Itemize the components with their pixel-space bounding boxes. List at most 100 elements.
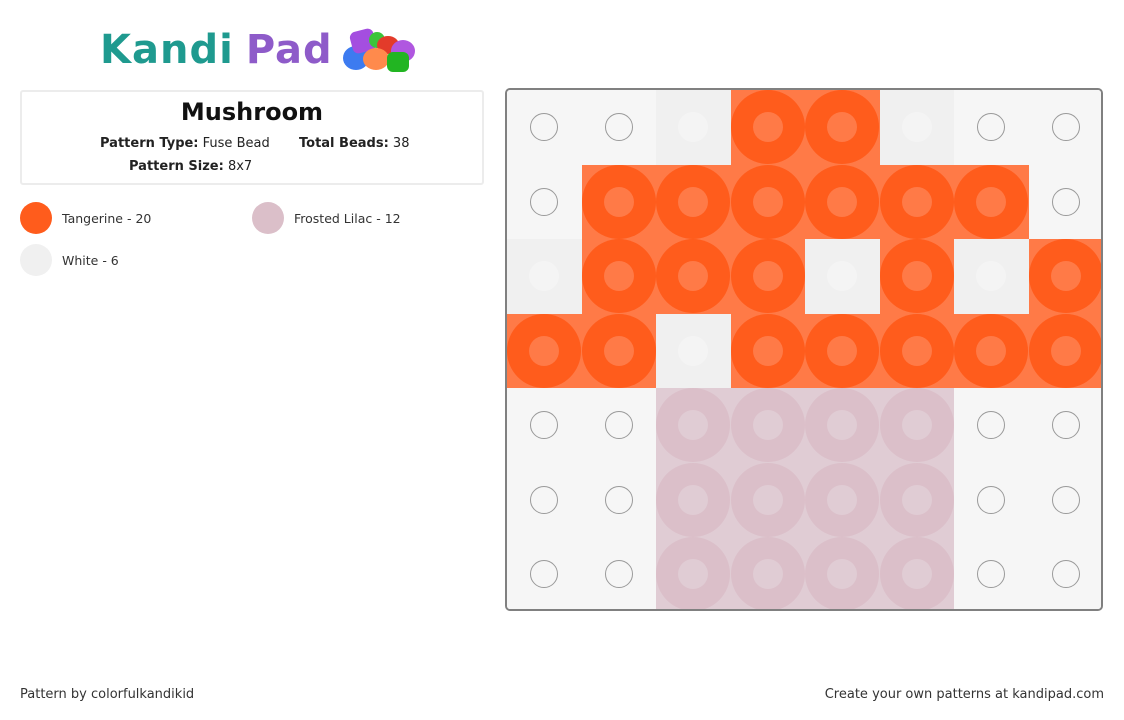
- peg-icon: [604, 411, 633, 440]
- kandipad-promo-link[interactable]: Create your own patterns at kandipad.com: [825, 687, 1104, 702]
- kandipad-logo[interactable]: Kandi Pad: [100, 24, 423, 76]
- bead-frosted-lilac: [879, 537, 954, 609]
- bead-hole: [603, 261, 634, 292]
- pattern-type-value: Fuse Bead: [202, 136, 270, 151]
- bead-hole: [901, 112, 932, 143]
- empty-peg: [954, 388, 1029, 463]
- peg-icon: [530, 560, 559, 589]
- bead-frosted-lilac: [879, 388, 954, 463]
- empty-peg: [507, 90, 582, 165]
- bead-hole: [901, 261, 932, 292]
- bead-hole: [678, 186, 709, 217]
- pattern-credit: Pattern by colorfulkandikid: [20, 687, 195, 702]
- color-swatch-frosted-lilac: [252, 202, 284, 234]
- peg-icon: [530, 411, 559, 440]
- peg-icon: [1051, 411, 1080, 440]
- bead-tangerine: [805, 164, 880, 239]
- bead-tangerine: [581, 164, 656, 239]
- legend-item-white: White - 6: [20, 244, 119, 276]
- peg-icon: [530, 187, 559, 216]
- empty-peg: [581, 388, 656, 463]
- bead-frosted-lilac: [805, 388, 880, 463]
- empty-peg: [1028, 388, 1101, 463]
- bead-hole: [976, 335, 1007, 366]
- bead-grid: [507, 90, 1101, 609]
- bead-tangerine: [954, 313, 1029, 388]
- peg-icon: [530, 113, 559, 142]
- bead-hole: [901, 559, 932, 590]
- bead-tangerine: [730, 239, 805, 314]
- bead-hole: [752, 410, 783, 441]
- bead-frosted-lilac: [730, 537, 805, 609]
- bead-white: [805, 239, 880, 314]
- bead-frosted-lilac: [805, 462, 880, 537]
- empty-peg: [507, 537, 582, 609]
- bead-hole: [752, 261, 783, 292]
- peg-icon: [1051, 560, 1080, 589]
- bead-white: [656, 90, 731, 165]
- bead-hole: [603, 335, 634, 366]
- bead-hole: [529, 335, 560, 366]
- bead-white: [656, 313, 731, 388]
- bead-hole: [678, 484, 709, 515]
- bead-hole: [1050, 335, 1081, 366]
- legend-label: Tangerine - 20: [62, 210, 152, 226]
- beads-pile-icon: [342, 26, 423, 74]
- peg-icon: [977, 411, 1006, 440]
- empty-peg: [954, 462, 1029, 537]
- empty-peg: [581, 537, 656, 609]
- bead-tangerine: [581, 313, 656, 388]
- bead-hole: [529, 261, 560, 292]
- bead-tangerine: [954, 164, 1029, 239]
- empty-peg: [1028, 537, 1101, 609]
- empty-peg: [507, 462, 582, 537]
- bead-frosted-lilac: [730, 388, 805, 463]
- bead-tangerine: [656, 164, 731, 239]
- bead-hole: [827, 261, 858, 292]
- bead-hole: [901, 335, 932, 366]
- bead-white: [507, 239, 582, 314]
- empty-peg: [954, 90, 1029, 165]
- empty-peg: [1028, 164, 1101, 239]
- legend-label: Frosted Lilac - 12: [294, 210, 401, 226]
- bead-hole: [752, 335, 783, 366]
- bead-hole: [752, 484, 783, 515]
- bead-hole: [901, 410, 932, 441]
- bead-tangerine: [507, 313, 582, 388]
- bead-hole: [827, 335, 858, 366]
- bead-tangerine: [879, 164, 954, 239]
- bead-frosted-lilac: [730, 462, 805, 537]
- empty-peg: [581, 90, 656, 165]
- empty-peg: [1028, 462, 1101, 537]
- bead-hole: [827, 484, 858, 515]
- bead-frosted-lilac: [656, 462, 731, 537]
- bead-hole: [603, 186, 634, 217]
- legend-label: White - 6: [62, 252, 119, 268]
- total-beads-label: Total Beads:: [299, 136, 389, 151]
- color-swatch-white: [20, 244, 52, 276]
- pattern-size-value: 8x7: [227, 159, 253, 174]
- bead-hole: [976, 261, 1007, 292]
- bead-pegboard: [505, 88, 1103, 611]
- legend-item-frosted-lilac: Frosted Lilac - 12: [252, 202, 401, 234]
- bead-white: [954, 239, 1029, 314]
- bead-tangerine: [656, 239, 731, 314]
- bead-tangerine: [730, 164, 805, 239]
- bead-hole: [678, 335, 709, 366]
- peg-icon: [977, 560, 1006, 589]
- bead-white: [879, 90, 954, 165]
- pattern-size: Pattern Size: 8x7: [129, 159, 252, 174]
- bead-frosted-lilac: [656, 388, 731, 463]
- peg-icon: [604, 485, 633, 514]
- empty-peg: [954, 537, 1029, 609]
- peg-icon: [977, 485, 1006, 514]
- pattern-type: Pattern Type: Fuse Bead: [100, 136, 270, 151]
- peg-icon: [977, 113, 1006, 142]
- peg-icon: [604, 560, 633, 589]
- logo-word-kandi: Kandi: [100, 27, 234, 73]
- bead-frosted-lilac: [879, 462, 954, 537]
- empty-peg: [581, 462, 656, 537]
- bead-hole: [901, 484, 932, 515]
- empty-peg: [507, 388, 582, 463]
- color-swatch-tangerine: [20, 202, 52, 234]
